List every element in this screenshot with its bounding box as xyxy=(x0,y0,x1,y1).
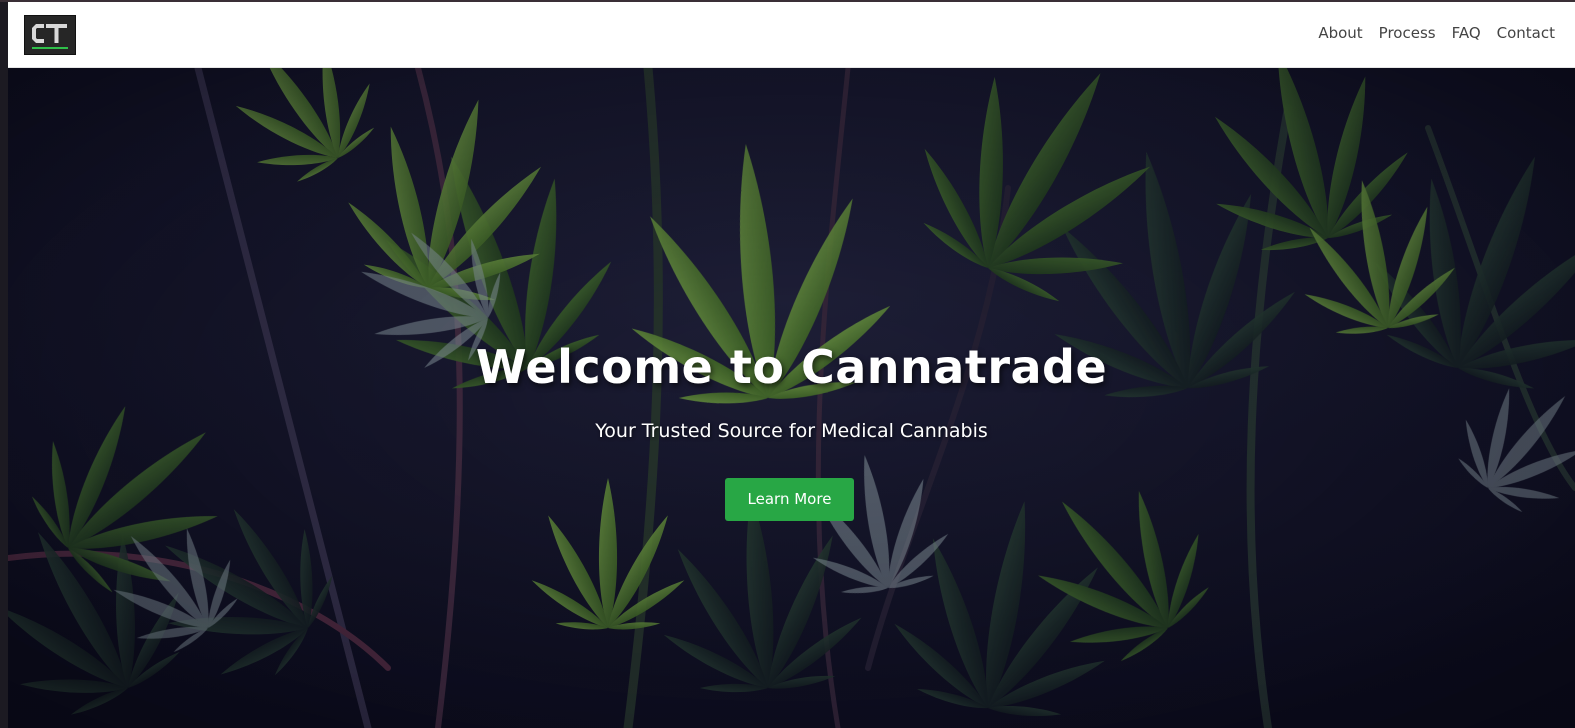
hero-title: Welcome to Cannatrade xyxy=(475,340,1108,394)
hero-content: Welcome to Cannatrade Your Trusted Sourc… xyxy=(8,68,1575,728)
brand-logo[interactable] xyxy=(24,15,76,55)
logo-icon xyxy=(25,16,75,54)
learn-more-button[interactable]: Learn More xyxy=(725,478,854,521)
hero-section: Welcome to Cannatrade Your Trusted Sourc… xyxy=(8,68,1575,728)
navbar: About Process FAQ Contact xyxy=(8,2,1575,68)
browser-viewport: About Process FAQ Contact Welcome to Can… xyxy=(0,0,1575,728)
nav-faq[interactable]: FAQ xyxy=(1452,24,1481,42)
nav-about[interactable]: About xyxy=(1318,24,1362,42)
page: About Process FAQ Contact Welcome to Can… xyxy=(8,2,1575,728)
hero-subtitle: Your Trusted Source for Medical Cannabis xyxy=(595,420,988,442)
nav-process[interactable]: Process xyxy=(1379,24,1436,42)
main-nav: About Process FAQ Contact xyxy=(1318,24,1555,42)
nav-contact[interactable]: Contact xyxy=(1497,24,1555,42)
